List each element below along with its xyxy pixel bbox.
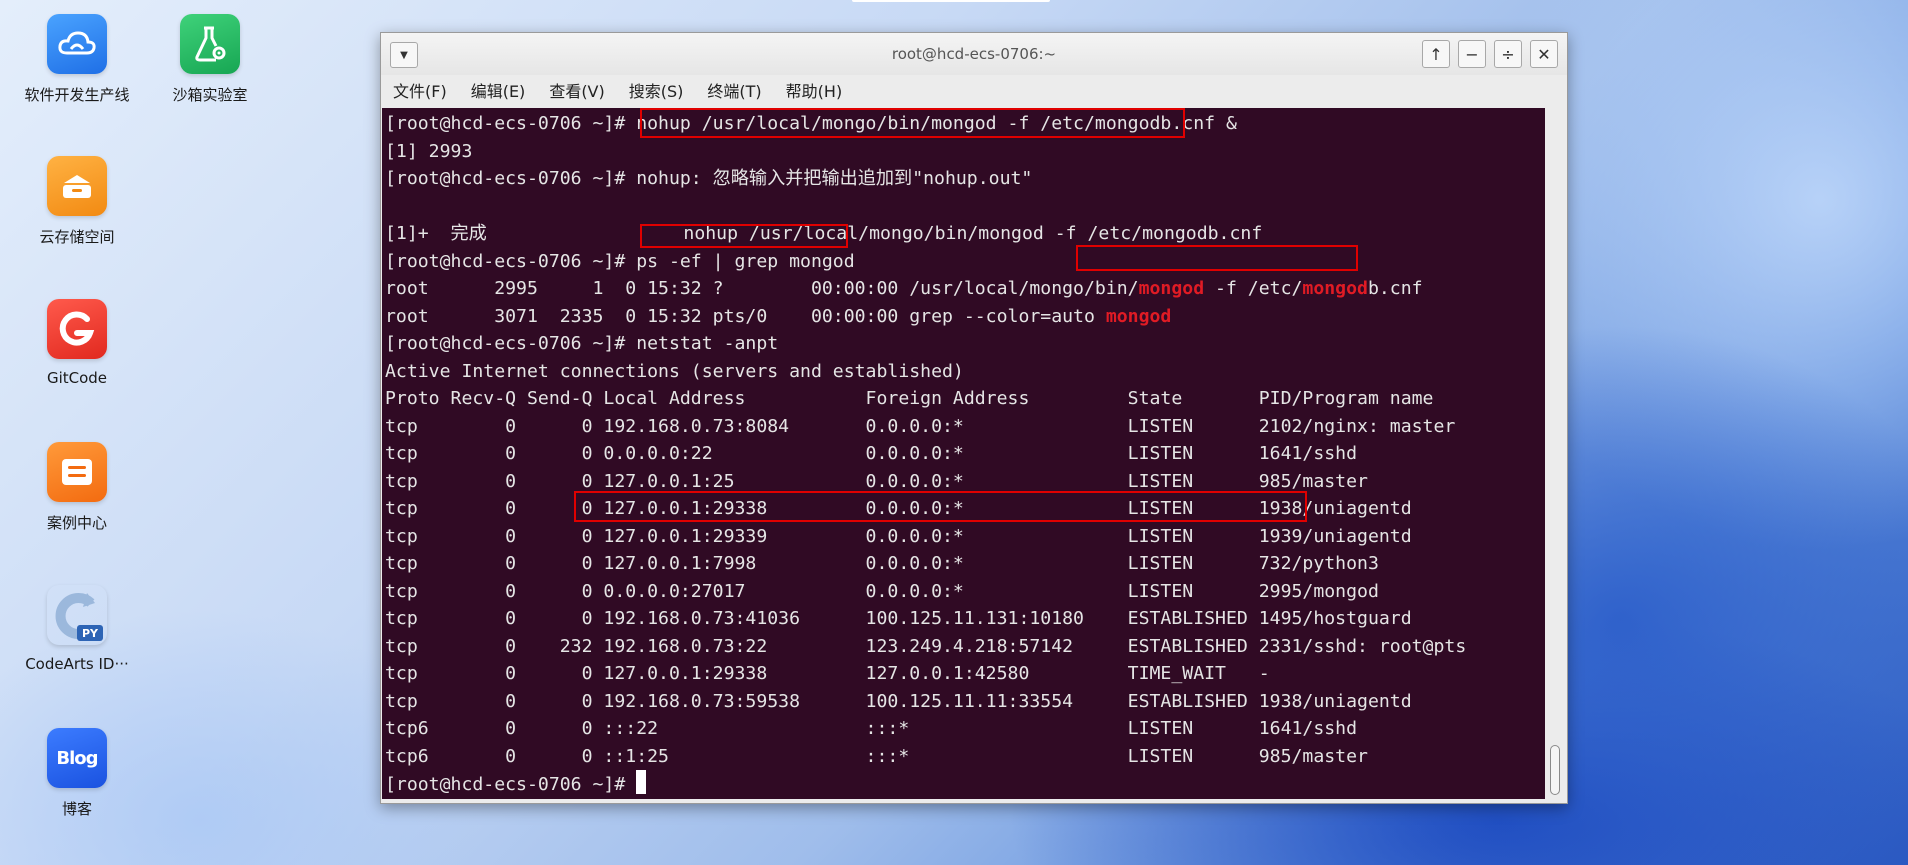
terminal-cursor (636, 770, 647, 794)
window-title: root@hcd-ecs-0706:~ (891, 45, 1057, 63)
terminal-text: [root@hcd-ecs-0706 ~]# nohup: 忽略输入并把输出追加… (385, 168, 1033, 189)
terminal-text: tcp 0 0 127.0.0.1:29338 127.0.0.1:42580 … (385, 663, 1270, 684)
desktop-icon-label: 案例中心 (46, 514, 107, 532)
shade-up-button[interactable]: ↑ (1422, 40, 1450, 68)
minimize-icon: − (1465, 44, 1479, 64)
desktop-icon-label: GitCode (46, 369, 108, 387)
grep-match-highlight: mongod (1138, 278, 1205, 299)
desktop-icon-codearts-ide[interactable]: PY CodeArts ID··· (7, 585, 147, 673)
codearts-python-icon: PY (47, 585, 107, 645)
case-list-icon (47, 442, 107, 502)
close-button[interactable]: ✕ (1530, 40, 1558, 68)
terminal-text: -f /etc/ (1204, 278, 1303, 299)
terminal-text: [root@hcd-ecs-0706 ~]# netstat -anpt (385, 333, 779, 354)
desktop-icon-sandbox-lab[interactable]: 沙箱实验室 (140, 14, 280, 105)
terminal-text: tcp6 0 0 :::22 :::* LISTEN 1641/sshd (385, 718, 1358, 739)
desktop-icon-label: 软件开发生产线 (24, 86, 130, 104)
terminal-text: tcp 0 0 127.0.0.1:7998 0.0.0.0:* LISTEN … (385, 553, 1379, 574)
terminal-text: tcp 0 0 192.168.0.73:41036 100.125.11.13… (385, 608, 1412, 629)
scrollbar-thumb[interactable] (1550, 745, 1560, 795)
terminal-text: [1] 2993 (385, 140, 473, 162)
menu-edit[interactable]: 编辑(E) (471, 78, 526, 102)
terminal-text: Active Internet connections (servers and… (385, 360, 964, 382)
annotation-box-mongod-process (1076, 245, 1358, 271)
cloud-icon (47, 14, 107, 74)
terminal-line: tcp 0 0 192.168.0.73:59538 100.125.11.11… (385, 688, 1466, 716)
terminal-line: [root@hcd-ecs-0706 ~]# netstat -anpt (385, 330, 1466, 358)
terminal-text: root 3071 2335 0 15:32 pts/0 00:00:00 gr… (385, 305, 1106, 327)
menu-search[interactable]: 搜索(S) (629, 78, 684, 102)
terminal-line: [1] 2993 (385, 138, 1466, 166)
resize-icon: ÷ (1501, 44, 1515, 64)
menu-terminal[interactable]: 终端(T) (707, 78, 761, 102)
terminal-line: tcp 0 0 127.0.0.1:29339 0.0.0.0:* LISTEN… (385, 523, 1466, 551)
desktop-icon-label: 云存储空间 (39, 228, 115, 246)
desktop-icon-devops[interactable]: 软件开发生产线 (7, 14, 147, 105)
close-icon: ✕ (1537, 44, 1551, 64)
terminal-output[interactable]: [root@hcd-ecs-0706 ~]# nohup /usr/local/… (382, 108, 1545, 799)
minimize-button[interactable]: − (1458, 40, 1486, 68)
desktop-icon-gitcode[interactable]: GitCode (7, 299, 147, 387)
blog-icon-text: Blog (56, 747, 98, 769)
annotation-box-nohup-command (640, 108, 1185, 138)
annotation-box-port-27017 (574, 491, 1307, 522)
menu-file[interactable]: 文件(F) (393, 78, 447, 102)
desktop-icon-label: CodeArts ID··· (25, 655, 129, 673)
desktop-icon-label: 博客 (61, 800, 92, 818)
terminal-text: tcp 0 0 192.168.0.73:59538 100.125.11.11… (385, 690, 1412, 712)
terminal-line: tcp6 0 0 ::1:25 :::* LISTEN 985/master (385, 743, 1466, 771)
flask-gear-icon (180, 14, 240, 74)
terminal-line: tcp 0 0 127.0.0.1:7998 0.0.0.0:* LISTEN … (385, 550, 1466, 578)
resize-button[interactable]: ÷ (1494, 40, 1522, 68)
terminal-text: tcp 0 0 192.168.0.73:8084 0.0.0.0:* LIST… (385, 415, 1456, 437)
grep-match-highlight: mongod (1105, 305, 1172, 327)
storage-icon (47, 156, 107, 216)
terminal-text: tcp6 0 0 ::1:25 :::* LISTEN 985/master (385, 745, 1368, 767)
desktop-icon-blog[interactable]: Blog 博客 (7, 728, 147, 819)
terminal-line: root 3071 2335 0 15:32 pts/0 00:00:00 gr… (385, 303, 1466, 331)
terminal-text: tcp 0 0 0.0.0.0:22 0.0.0.0:* LISTEN 1641… (385, 443, 1358, 464)
menu-view[interactable]: 查看(V) (549, 78, 604, 102)
terminal-text: [root@hcd-ecs-0706 ~]# (385, 774, 637, 795)
svg-text:PY: PY (82, 627, 99, 640)
terminal-scrollbar[interactable] (1547, 108, 1564, 799)
terminal-line: tcp 0 0 0.0.0.0:22 0.0.0.0:* LISTEN 1641… (385, 440, 1466, 468)
terminal-text: tcp 0 0 0.0.0.0:27017 0.0.0.0:* LISTEN 2… (385, 580, 1379, 602)
terminal-text: Proto Recv-Q Send-Q Local Address Foreig… (385, 388, 1434, 409)
menu-bar: 文件(F) 编辑(E) 查看(V) 搜索(S) 终端(T) 帮助(H) (381, 75, 1567, 105)
terminal-line: [root@hcd-ecs-0706 ~]# (385, 770, 1466, 798)
terminal-line: tcp6 0 0 :::22 :::* LISTEN 1641/sshd (385, 715, 1466, 743)
terminal-line: tcp 0 232 192.168.0.73:22 123.249.4.218:… (385, 633, 1466, 661)
terminal-line: [1]+ 完成 nohup /usr/local/mongo/bin/mongo… (385, 220, 1466, 248)
menu-help[interactable]: 帮助(H) (786, 78, 843, 102)
terminal-line: tcp 0 0 192.168.0.73:8084 0.0.0.0:* LIST… (385, 413, 1466, 441)
arrow-up-icon: ↑ (1429, 44, 1443, 64)
top-panel-handle (852, 0, 1050, 2)
terminal-line: tcp 0 0 192.168.0.73:41036 100.125.11.13… (385, 605, 1466, 633)
terminal-line: Proto Recv-Q Send-Q Local Address Foreig… (385, 385, 1466, 413)
terminal-text: tcp 0 0 127.0.0.1:25 0.0.0.0:* LISTEN 98… (385, 470, 1368, 492)
terminal-text: root 2995 1 0 15:32 ? 00:00:00 /usr/loca… (385, 278, 1139, 299)
annotation-box-ps-command (640, 224, 848, 248)
terminal-line: tcp 0 0 0.0.0.0:27017 0.0.0.0:* LISTEN 2… (385, 578, 1466, 606)
desktop-icon-case-center[interactable]: 案例中心 (7, 442, 147, 533)
terminal-text: b.cnf (1367, 278, 1423, 299)
grep-match-highlight: mongod (1302, 278, 1368, 299)
terminal-line: [root@hcd-ecs-0706 ~]# nohup: 忽略输入并把输出追加… (385, 165, 1466, 193)
window-titlebar[interactable]: ▼ root@hcd-ecs-0706:~ ↑ − ÷ ✕ (381, 33, 1567, 75)
terminal-text: tcp 0 0 127.0.0.1:29339 0.0.0.0:* LISTEN… (385, 525, 1412, 547)
desktop-icon-cloud-storage[interactable]: 云存储空间 (7, 156, 147, 247)
terminal-text: [root@hcd-ecs-0706 ~]# ps -ef | grep mon… (385, 250, 855, 272)
terminal-line: Active Internet connections (servers and… (385, 358, 1466, 386)
terminal-window: ▼ root@hcd-ecs-0706:~ ↑ − ÷ ✕ 文件(F) 编辑(E… (380, 32, 1568, 804)
desktop-icon-label: 沙箱实验室 (172, 86, 248, 104)
terminal-line: tcp 0 0 127.0.0.1:29338 127.0.0.1:42580 … (385, 660, 1466, 688)
terminal-lines: [root@hcd-ecs-0706 ~]# nohup /usr/local/… (385, 110, 1466, 798)
terminal-line: root 2995 1 0 15:32 ? 00:00:00 /usr/loca… (385, 275, 1466, 303)
terminal-text: tcp 0 232 192.168.0.73:22 123.249.4.218:… (385, 635, 1467, 657)
gitcode-logo-icon (47, 299, 107, 359)
blog-icon: Blog (47, 728, 107, 788)
